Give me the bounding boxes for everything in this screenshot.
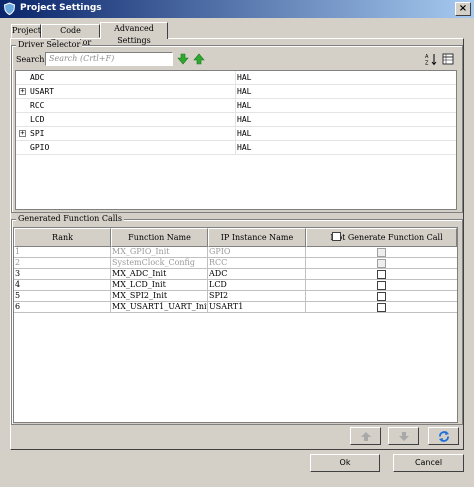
- expand-icon[interactable]: +: [19, 88, 26, 95]
- table-row[interactable]: 3 MX_ADC_Init ADC: [14, 269, 457, 280]
- title-bar: Project Settings ×: [0, 0, 474, 18]
- function-name-cell: MX_ADC_Init: [111, 269, 208, 280]
- driver-row-usart[interactable]: + USART HAL: [16, 85, 456, 99]
- move-up-icon: [361, 432, 371, 441]
- driver-row-spi[interactable]: + SPI HAL: [16, 127, 456, 141]
- column-divider: [235, 141, 236, 155]
- column-header-ip-instance[interactable]: IP Instance Name: [208, 228, 306, 247]
- table-row[interactable]: 2 SystemClock_Config RCC: [14, 258, 457, 269]
- green-arrow-down-icon[interactable]: [177, 53, 189, 65]
- not-generate-checkbox[interactable]: [377, 281, 386, 290]
- driver-name: RCC: [30, 101, 45, 110]
- ok-button[interactable]: Ok: [310, 454, 380, 472]
- rank-cell: 2: [14, 258, 111, 269]
- table-row[interactable]: 6 MX_USART1_UART_Init USART1: [14, 302, 457, 313]
- move-up-button[interactable]: [350, 427, 381, 445]
- rank-cell: 4: [14, 280, 111, 291]
- driver-row-rcc[interactable]: RCC HAL: [16, 99, 456, 113]
- search-input[interactable]: Search (Crtl+F): [45, 52, 173, 66]
- function-name-cell: MX_USART1_UART_Init: [112, 302, 208, 313]
- rank-cell: 6: [14, 302, 111, 313]
- group-label: Driver Selector: [16, 40, 83, 50]
- table-row[interactable]: 1 MX_GPIO_Init GPIO: [14, 247, 457, 258]
- shield-icon: [3, 2, 16, 15]
- rank-cell: 5: [14, 291, 111, 302]
- driver-name: SPI: [30, 129, 45, 138]
- not-generate-checkbox[interactable]: [377, 259, 386, 268]
- driver-list[interactable]: ADC HAL + USART HAL RCC HAL LCD HAL + SP…: [15, 70, 457, 210]
- green-arrow-up-icon[interactable]: [193, 53, 205, 65]
- not-generate-checkbox[interactable]: [377, 270, 386, 279]
- driver-row-gpio[interactable]: GPIO HAL: [16, 141, 456, 155]
- column-header-not-generate[interactable]: Not Generate Function Call: [306, 228, 457, 247]
- tab-code-generator[interactable]: Code Generator: [41, 24, 100, 47]
- header-not-generate-checkbox[interactable]: [332, 232, 341, 241]
- driver-row-lcd[interactable]: LCD HAL: [16, 113, 456, 127]
- move-down-icon: [399, 432, 409, 441]
- expand-icon[interactable]: +: [19, 130, 26, 137]
- column-divider: [235, 113, 236, 127]
- window-title: Project Settings: [20, 3, 102, 13]
- driver-value[interactable]: HAL: [237, 113, 251, 126]
- column-header-function-name[interactable]: Function Name: [111, 228, 208, 247]
- refresh-button[interactable]: [428, 427, 459, 445]
- move-down-button[interactable]: [388, 427, 419, 445]
- function-name-cell: MX_GPIO_Init: [111, 247, 208, 258]
- instance-cell: GPIO: [208, 247, 306, 258]
- table-row[interactable]: 4 MX_LCD_Init LCD: [14, 280, 457, 291]
- cancel-button[interactable]: Cancel: [393, 454, 464, 472]
- instance-cell: ADC: [208, 269, 306, 280]
- close-button[interactable]: ×: [455, 2, 471, 16]
- list-view-icon[interactable]: [441, 52, 455, 66]
- not-generate-checkbox[interactable]: [377, 248, 386, 257]
- column-divider: [235, 99, 236, 113]
- refresh-icon: [439, 431, 449, 442]
- function-calls-table[interactable]: Rank Function Name IP Instance Name Not …: [13, 227, 458, 423]
- instance-cell: RCC: [208, 258, 306, 269]
- driver-value[interactable]: HAL: [237, 141, 251, 154]
- driver-value[interactable]: HAL: [237, 127, 251, 140]
- function-name-cell: SystemClock_Config: [111, 258, 208, 269]
- sort-az-icon[interactable]: A Z: [424, 52, 438, 66]
- driver-value[interactable]: HAL: [237, 99, 251, 112]
- instance-cell: SPI2: [208, 291, 306, 302]
- driver-value[interactable]: HAL: [237, 71, 251, 84]
- rank-cell: 3: [14, 269, 111, 280]
- driver-row-adc[interactable]: ADC HAL: [16, 71, 456, 85]
- instance-cell: USART1: [208, 302, 306, 313]
- tab-advanced-settings[interactable]: Advanced Settings: [100, 22, 168, 45]
- not-generate-checkbox[interactable]: [377, 303, 386, 312]
- group-label: Generated Function Calls: [16, 214, 124, 224]
- rank-cell: 1: [14, 247, 111, 258]
- driver-name: USART: [30, 87, 55, 96]
- column-header-rank[interactable]: Rank: [14, 228, 111, 247]
- driver-name: GPIO: [30, 143, 50, 152]
- column-divider: [235, 85, 236, 99]
- driver-value[interactable]: HAL: [237, 85, 251, 98]
- driver-name: ADC: [30, 73, 45, 82]
- svg-text:A: A: [425, 54, 429, 60]
- instance-cell: LCD: [208, 280, 306, 291]
- column-divider: [235, 127, 236, 141]
- table-row[interactable]: 5 MX_SPI2_Init SPI2: [14, 291, 457, 302]
- column-divider: [235, 71, 236, 85]
- driver-name: LCD: [30, 115, 45, 124]
- not-generate-checkbox[interactable]: [377, 292, 386, 301]
- function-name-cell: MX_LCD_Init: [111, 280, 208, 291]
- svg-text:Z: Z: [425, 61, 429, 67]
- function-name-cell: MX_SPI2_Init: [111, 291, 208, 302]
- tab-project[interactable]: Project: [11, 24, 41, 38]
